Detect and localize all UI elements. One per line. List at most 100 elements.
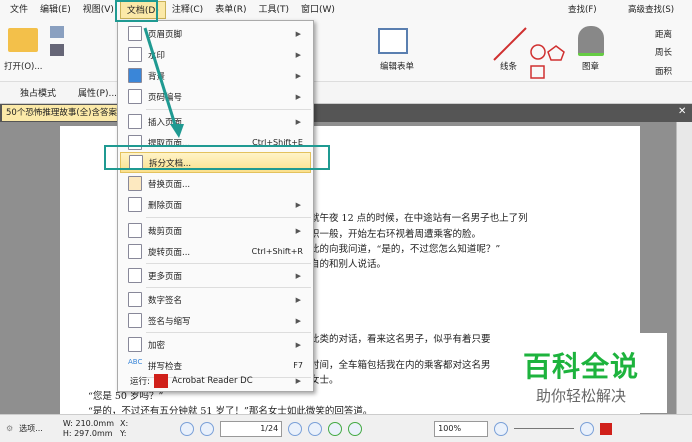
doc-line: 自的和别人说话。 [310, 259, 387, 270]
delete-page-icon [128, 197, 142, 212]
stamp-icon[interactable] [578, 26, 604, 56]
submenu-arrow-icon: ▶ [295, 340, 301, 349]
menu-item-sign-initial[interactable]: 签名与缩写 ▶ [120, 310, 311, 331]
open-folder-icon[interactable] [8, 28, 38, 52]
watermark-title: 百科全说 [522, 350, 639, 383]
menu-form[interactable]: 表单(R) [209, 1, 252, 19]
text-tool-icon[interactable] [442, 25, 445, 41]
highlight-box-document-menu [115, 0, 158, 22]
shortcut: Ctrl+Shift+R [251, 247, 303, 256]
menu-item-watermark[interactable]: 水印 ▶ [120, 44, 311, 65]
menu-window[interactable]: 窗口(W) [295, 1, 341, 19]
advanced-find-button[interactable]: 高级查找(S) [628, 3, 674, 15]
zoom-out-button[interactable] [494, 421, 509, 436]
sign-initial-icon [128, 313, 142, 328]
menu-item-digital-signature[interactable]: 数字签名 ▶ [120, 289, 311, 310]
label: 更多页面 [148, 271, 183, 282]
menu-view[interactable]: 视图(V) [77, 1, 120, 19]
next-page-button[interactable] [288, 421, 303, 436]
stamp-button[interactable]: 图章 [582, 60, 599, 72]
menu-item-encrypt[interactable]: 加密 ▶ [120, 334, 311, 355]
label: 背景 [148, 71, 166, 82]
menu-item-replace-pages[interactable]: 替换页面... [120, 173, 311, 194]
watermark-icon [128, 47, 142, 62]
menu-item-run-app[interactable]: 运行: Acrobat Reader DC ▶ [120, 370, 311, 391]
separator [146, 287, 311, 288]
cursor-coords: X: Y: [120, 419, 128, 439]
find-button[interactable]: 查找(F) [568, 3, 597, 15]
open-button[interactable]: 打开(O)... [4, 60, 42, 72]
properties-button[interactable]: 属性(P)... [64, 86, 117, 99]
menu-item-more-pages[interactable]: 更多页面 ▶ [120, 265, 311, 286]
menu-item-header-footer[interactable]: 页眉页脚 ▶ [120, 23, 311, 44]
separator [146, 332, 311, 333]
zoom-in-button[interactable] [580, 421, 595, 436]
ribbon-toolbar: 打开(O)... 编辑表单 线条 图章 距离 周长 面积 [0, 20, 692, 82]
zoom-slider[interactable] [514, 428, 575, 429]
menu-file[interactable]: 文件 [4, 1, 34, 19]
first-page-button[interactable] [180, 421, 195, 436]
perimeter-button[interactable]: 周长 [655, 46, 672, 58]
secondary-toolbar: 独占模式 属性(P)... [0, 82, 692, 104]
page-number-input[interactable]: 1/24 [220, 420, 283, 437]
background-icon [128, 68, 142, 83]
submenu-arrow-icon: ▶ [295, 376, 301, 385]
prev-page-button[interactable] [200, 421, 215, 436]
close-tab-icon[interactable]: ✕ [678, 106, 686, 117]
zoom-select[interactable]: 100% [434, 420, 489, 437]
menu-item-delete-pages[interactable]: 删除页面 ▶ [120, 194, 311, 215]
save-icon[interactable] [50, 26, 64, 38]
digital-signature-icon [128, 292, 142, 307]
edit-form-button[interactable]: 编辑表单 [380, 60, 414, 72]
watermark-subtitle: 助你轻松解决 [535, 387, 626, 405]
submenu-arrow-icon: ▶ [295, 117, 301, 126]
edit-form-icon[interactable] [378, 28, 408, 54]
back-button[interactable] [328, 421, 343, 436]
shapes-icon[interactable] [528, 22, 568, 80]
forward-button[interactable] [348, 421, 363, 436]
status-bar: ⚙ 选项... W: 210.0mm H: 297.0mm X: Y: 1/24 1… [0, 414, 692, 442]
label: 水印 [148, 50, 166, 61]
line-icon[interactable] [490, 24, 530, 64]
page-size: W: 210.0mm H: 297.0mm [63, 419, 114, 439]
app-name: Acrobat Reader DC [171, 375, 253, 386]
doc-line: 识一般，开始左右环视着周遭乘客的脸。 [310, 229, 482, 240]
exclusive-mode-button[interactable]: 独占模式 [6, 86, 56, 99]
vertical-scrollbar[interactable] [676, 122, 692, 414]
menu-item-rotate-pages[interactable]: 旋转页面... Ctrl+Shift+R [120, 241, 311, 262]
submenu-arrow-icon: ▶ [295, 271, 301, 280]
distance-button[interactable]: 距离 [655, 28, 672, 40]
menu-item-background[interactable]: 背景 ▶ [120, 65, 311, 86]
more-pages-icon [128, 268, 142, 283]
acrobat-icon[interactable] [600, 422, 613, 435]
separator [146, 109, 311, 110]
acrobat-icon [153, 373, 168, 388]
menu-edit[interactable]: 编辑(E) [34, 1, 77, 19]
area-button[interactable]: 面积 [655, 65, 672, 77]
menu-item-page-numbers[interactable]: 页码编号 ▶ [120, 86, 311, 107]
doc-line: 此的向我问道，“是的，不过您怎么知道呢？” [310, 244, 501, 255]
doc-line: 此类的对话，看来这名男子，似乎有着只要 [310, 334, 491, 345]
menu-tools[interactable]: 工具(T) [252, 1, 295, 19]
submenu-arrow-icon: ▶ [295, 226, 301, 235]
menu-item-insert-pages[interactable]: 插入页面 ▶ [120, 111, 311, 132]
lines-button[interactable]: 线条 [500, 60, 517, 72]
print-icon[interactable] [50, 44, 64, 56]
submenu-arrow-icon: ▶ [295, 295, 301, 304]
label: 数字签名 [148, 295, 183, 306]
label: 插入页面 [148, 117, 183, 128]
gear-icon: ⚙ [6, 424, 14, 433]
replace-page-icon [128, 176, 142, 191]
watermark: 百科全说 助你轻松解决 [495, 333, 667, 413]
insert-page-icon [128, 114, 142, 129]
document-menu-dropdown: 页眉页脚 ▶ 水印 ▶ 背景 ▶ 页码编号 ▶ 插入页面 ▶ 提取页面... Ctrl+Sh… [117, 20, 314, 392]
menu-comment[interactable]: 注释(C) [166, 1, 209, 19]
menu-item-crop-pages[interactable]: 裁剪页面 ▶ [120, 220, 311, 241]
shortcut: F7 [293, 361, 303, 370]
last-page-button[interactable] [308, 421, 323, 436]
label: 替换页面... [148, 179, 191, 190]
label: 删除页面 [148, 200, 183, 211]
separator [146, 263, 311, 264]
options-button[interactable]: 选项... [19, 423, 43, 434]
header-footer-icon [128, 26, 142, 41]
